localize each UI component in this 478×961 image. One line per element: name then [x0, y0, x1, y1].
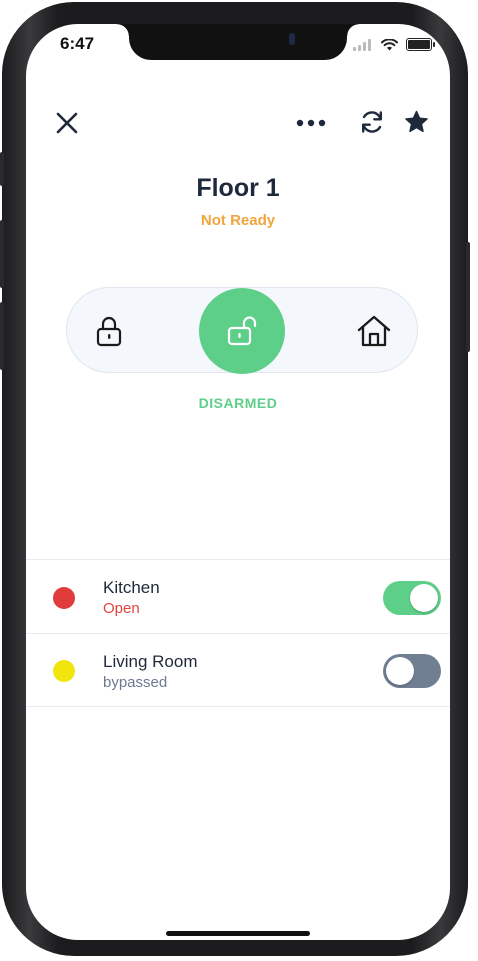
refresh-button[interactable]: [357, 107, 387, 137]
toggle-knob: [410, 584, 438, 612]
divider: [26, 559, 450, 560]
screen: 6:47 Floor 1 Not Ready DISARMED Kitchen …: [26, 24, 450, 940]
disarm-option-icon: [220, 309, 264, 353]
close-icon: [56, 112, 78, 134]
arm-home-option[interactable]: [351, 308, 397, 354]
zone-name: Living Room: [103, 652, 198, 671]
toggle-knob: [386, 657, 414, 685]
zone-name: Kitchen: [103, 578, 160, 597]
status-icons: [353, 38, 435, 51]
partition-status: Not Ready: [200, 212, 276, 229]
favorite-button[interactable]: [401, 107, 431, 137]
lock-open-icon: [227, 316, 257, 346]
signal-icon: [353, 38, 371, 51]
battery-icon: [406, 38, 435, 51]
zone-status: Open: [103, 600, 140, 617]
volume-up-button: [0, 220, 4, 288]
power-button: [466, 242, 470, 352]
divider: [26, 706, 450, 707]
zone-status: bypassed: [103, 674, 168, 691]
close-button[interactable]: [52, 108, 82, 138]
mute-switch: [0, 152, 4, 186]
arm-away-option[interactable]: [86, 309, 132, 353]
home-icon: [357, 315, 391, 347]
wifi-icon: [381, 38, 398, 50]
notch: [117, 24, 359, 60]
phone-frame: 6:47 Floor 1 Not Ready DISARMED Kitchen …: [0, 2, 470, 956]
star-icon: [404, 110, 428, 133]
zone-bypass-toggle[interactable]: [383, 654, 441, 688]
more-horizontal-icon: [296, 119, 326, 127]
volume-down-button: [0, 302, 4, 370]
lock-closed-icon: [96, 316, 122, 347]
more-button[interactable]: [294, 108, 328, 138]
divider: [26, 633, 450, 634]
status-time: 6:47: [60, 34, 95, 53]
partition-title: Floor 1: [196, 174, 280, 202]
camera: [289, 33, 295, 45]
home-indicator[interactable]: [166, 931, 310, 936]
zone-bypass-toggle[interactable]: [383, 581, 441, 615]
zone-status-dot: [53, 587, 75, 609]
arm-state-label: DISARMED: [198, 395, 278, 411]
zone-status-dot: [53, 660, 75, 682]
refresh-icon: [362, 111, 382, 133]
